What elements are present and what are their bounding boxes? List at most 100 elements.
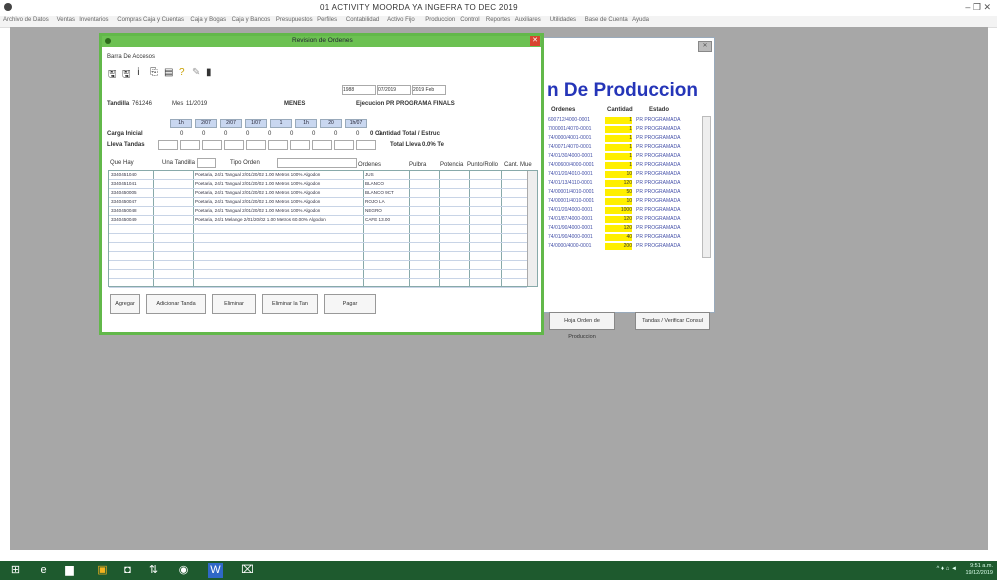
window-controls[interactable]: – ❐ ✕ bbox=[965, 2, 991, 13]
save-all-icon[interactable]: 🖫 bbox=[122, 67, 131, 84]
order-row[interactable]: 600712/4000-0001 1 PR PROGRAMADA bbox=[548, 117, 708, 124]
menu-item[interactable]: Caja y Bancos bbox=[232, 17, 271, 23]
lleva-input[interactable] bbox=[290, 140, 310, 150]
lleva-input[interactable] bbox=[268, 140, 288, 150]
exit-icon[interactable]: ▮ bbox=[206, 67, 212, 78]
week-box[interactable]: 1h bbox=[170, 119, 192, 128]
menu-item[interactable]: Utilidades bbox=[550, 17, 576, 23]
table-row[interactable] bbox=[109, 252, 527, 261]
windows-icon[interactable]: ⊞ bbox=[8, 563, 23, 578]
close-icon[interactable]: ✕ bbox=[530, 36, 540, 46]
order-row[interactable]: 74/00001/4010-0001 50 PR PROGRAMADA bbox=[548, 189, 708, 196]
table-row[interactable]: 3340450049 Poetaria, 24/1 Melange 2/01/20… bbox=[109, 216, 527, 225]
menu-item[interactable]: Caja y Cuentas bbox=[143, 17, 184, 23]
menu-item[interactable]: Compras bbox=[117, 17, 141, 23]
menu-item[interactable]: Reportes bbox=[486, 17, 510, 23]
settings-icon[interactable]: ⇅ bbox=[146, 563, 161, 578]
lleva-input[interactable] bbox=[356, 140, 376, 150]
system-tray[interactable]: ^ ♦ ⌂ ◄ bbox=[937, 566, 957, 572]
lleva-input[interactable] bbox=[334, 140, 354, 150]
menu-item[interactable]: Activo Fijo bbox=[387, 17, 415, 23]
table-row[interactable]: 3340451040 Poetaria, 24/1 Tangual 2/01/20… bbox=[109, 171, 527, 180]
menu-item[interactable]: Produccion bbox=[425, 17, 455, 23]
close-button[interactable]: ✕ bbox=[698, 41, 712, 52]
menu-item[interactable]: Control bbox=[460, 17, 479, 23]
pagar-button[interactable]: Pagar bbox=[324, 294, 376, 314]
lleva-input[interactable] bbox=[224, 140, 244, 150]
table-row[interactable] bbox=[109, 225, 527, 234]
week-box[interactable]: 1h bbox=[295, 119, 317, 128]
lleva-input[interactable] bbox=[246, 140, 266, 150]
clock[interactable]: 9:51 a.m. 19/12/2019 bbox=[965, 563, 993, 577]
chrome-icon[interactable]: ◉ bbox=[176, 563, 191, 578]
terminal-icon[interactable]: ⌧ bbox=[240, 563, 255, 578]
order-row[interactable]: 74/01/20/4010-0001 10 PR PROGRAMADA bbox=[548, 171, 708, 178]
order-row[interactable]: 74/01/13/4110-0001 120 PR PROGRAMADA bbox=[548, 180, 708, 187]
date-field[interactable]: 2019 Feb bbox=[412, 85, 446, 95]
word-icon[interactable]: W bbox=[208, 563, 223, 578]
order-row[interactable]: 74/01/90/4000-0001 40 PR PROGRAMADA bbox=[548, 234, 708, 241]
order-row[interactable]: 74/01/90/4000-0001 120 PR PROGRAMADA bbox=[548, 225, 708, 232]
order-row[interactable]: 74/00001/4010-0001 10 PR PROGRAMADA bbox=[548, 198, 708, 205]
explorer-icon[interactable]: ▆ bbox=[62, 563, 77, 578]
lleva-input[interactable] bbox=[312, 140, 332, 150]
adicionar-tanda-button[interactable]: Adicionar Tanda bbox=[146, 294, 206, 314]
lleva-input[interactable] bbox=[202, 140, 222, 150]
table-row[interactable] bbox=[109, 243, 527, 252]
production-orders-window[interactable]: ✕ n De Produccion Ordenes Cantidad Estad… bbox=[520, 37, 715, 340]
print-icon[interactable]: ▤ bbox=[164, 67, 173, 78]
date-field[interactable]: 1988 bbox=[342, 85, 376, 95]
help-icon[interactable]: ? bbox=[179, 67, 185, 78]
menu-item[interactable]: Caja y Bogas bbox=[190, 17, 226, 23]
table-row[interactable] bbox=[109, 261, 527, 270]
hoja-orden-button[interactable]: Hoja Orden de Produccion bbox=[549, 312, 615, 340]
eliminar-button[interactable]: Eliminar bbox=[212, 294, 256, 314]
menu-item[interactable]: Ayuda bbox=[632, 17, 649, 23]
filter-input-2[interactable] bbox=[277, 158, 357, 168]
order-row[interactable]: 74/01/87/4000-0001 120 PR PROGRAMADA bbox=[548, 216, 708, 223]
tandas-button[interactable]: Tandas / Verificar Consul bbox=[635, 312, 710, 330]
save-icon[interactable]: 🖫 bbox=[108, 67, 117, 84]
menu-item[interactable]: Inventarios bbox=[79, 17, 108, 23]
menu-item[interactable]: Contabilidad bbox=[346, 17, 379, 23]
revision-dialog[interactable]: Revision de Ordenes ✕ Barra De Accesos 🖫… bbox=[99, 33, 544, 335]
week-box[interactable]: 2/07 bbox=[220, 119, 242, 128]
lleva-input[interactable] bbox=[180, 140, 200, 150]
menu-item[interactable]: Presupuestos bbox=[276, 17, 313, 23]
week-box[interactable]: 20 bbox=[320, 119, 342, 128]
week-box[interactable]: 1 bbox=[270, 119, 292, 128]
order-row[interactable]: 74/01/20/4000-0001 1000 PR PROGRAMADA bbox=[548, 207, 708, 214]
menu-item[interactable]: Auxiliares bbox=[515, 17, 541, 23]
table-row[interactable]: 3340450005 Poetaria, 24/1 Tangual 2/01/20… bbox=[109, 189, 527, 198]
app-icon[interactable]: ▣ bbox=[95, 563, 110, 578]
copy-icon[interactable]: ⎘ bbox=[150, 67, 158, 78]
menu-item[interactable]: Archivo de Datos bbox=[3, 17, 49, 23]
orders-grid[interactable]: 3340451040 Poetaria, 24/1 Tangual 2/01/20… bbox=[108, 170, 538, 288]
edge-icon[interactable]: e bbox=[36, 563, 51, 578]
eliminar-tanda-button[interactable]: Eliminar la Tan bbox=[262, 294, 318, 314]
pen-icon[interactable]: ✎ bbox=[192, 67, 200, 78]
week-box[interactable]: 1/07 bbox=[245, 119, 267, 128]
info-icon[interactable]: ⅰ bbox=[137, 67, 140, 78]
filter-input-1[interactable] bbox=[197, 158, 216, 168]
order-row[interactable]: 74/00600/4000-0001 1 PR PROGRAMADA bbox=[548, 162, 708, 169]
week-box[interactable]: 2/07 bbox=[195, 119, 217, 128]
lleva-input[interactable] bbox=[158, 140, 178, 150]
menu-item[interactable]: Base de Cuenta bbox=[585, 17, 628, 23]
table-row[interactable]: 3340450048 Poetaria, 24/1 Tangual 2/01/20… bbox=[109, 207, 527, 216]
table-row[interactable] bbox=[109, 234, 527, 243]
order-row[interactable]: 7/00001/4070-0001 1 PR PROGRAMADA bbox=[548, 126, 708, 133]
date-field[interactable]: 07/2019 bbox=[377, 85, 411, 95]
week-box[interactable]: 1h/07 bbox=[345, 119, 367, 128]
table-row[interactable] bbox=[109, 270, 527, 279]
menu-item[interactable]: Perfiles bbox=[317, 17, 337, 23]
grid-scrollbar[interactable] bbox=[527, 171, 537, 286]
store-icon[interactable]: ◘ bbox=[120, 563, 135, 578]
table-row[interactable]: 3340451041 Poetaria, 24/1 Tangual 2/01/20… bbox=[109, 180, 527, 189]
order-row[interactable]: 74/0000/4001-0001 1 PR PROGRAMADA bbox=[548, 135, 708, 142]
menu-item[interactable]: Ventas bbox=[57, 17, 75, 23]
order-row[interactable]: 74/0000/4000-0001 200 PR PROGRAMADA bbox=[548, 243, 708, 250]
order-row[interactable]: 74/0071/4070-0001 1 PR PROGRAMADA bbox=[548, 144, 708, 151]
table-row[interactable] bbox=[109, 279, 527, 288]
order-row[interactable]: 74/01/30/4000-0001 1 PR PROGRAMADA bbox=[548, 153, 708, 160]
